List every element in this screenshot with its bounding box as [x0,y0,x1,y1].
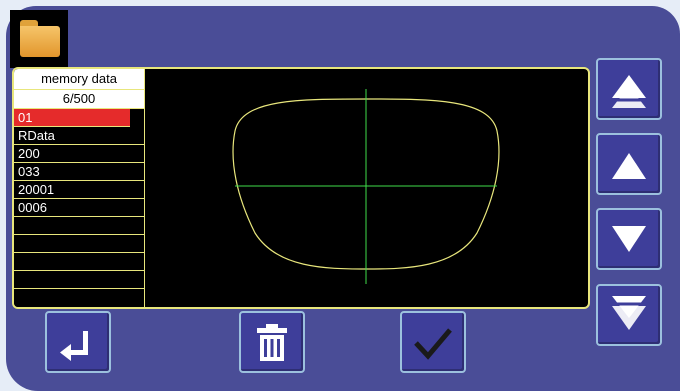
checkmark-icon [414,328,452,360]
enter-button[interactable] [45,311,111,373]
lens-shape-canvas [145,69,588,307]
memory-row-label: 01 [18,110,33,125]
memory-row[interactable]: 200 [14,145,144,163]
page-down-button[interactable] [596,284,662,346]
lens-shape-drawing [232,89,500,284]
enter-return-icon [60,331,88,361]
memory-list-header: memory data [14,69,144,90]
memory-row-selected[interactable]: 01 [14,109,130,127]
memory-row[interactable] [14,271,144,289]
double-up-arrow-icon [612,75,646,108]
memory-row[interactable]: RData [14,127,144,145]
memory-count: 6/500 [14,90,144,109]
memory-row[interactable] [14,217,144,235]
memory-row[interactable] [14,253,144,271]
scroll-down-button[interactable] [596,208,662,270]
down-arrow-icon [612,226,646,252]
memory-row[interactable]: 033 [14,163,144,181]
memory-row[interactable]: 0006 [14,199,144,217]
scroll-up-button[interactable] [596,133,662,195]
memory-row[interactable]: 20001 [14,181,144,199]
memory-viewer: memory data 6/500 01 RData 200 033 20001… [12,67,590,309]
trash-icon [257,324,287,361]
folder-button[interactable] [10,10,68,68]
up-arrow-icon [612,153,646,179]
delete-button[interactable] [239,311,305,373]
memory-data-list: memory data 6/500 01 RData 200 033 20001… [14,69,145,307]
page-up-button[interactable] [596,58,662,120]
confirm-button[interactable] [400,311,466,373]
double-down-arrow-icon [612,296,646,330]
memory-row[interactable] [14,235,144,253]
